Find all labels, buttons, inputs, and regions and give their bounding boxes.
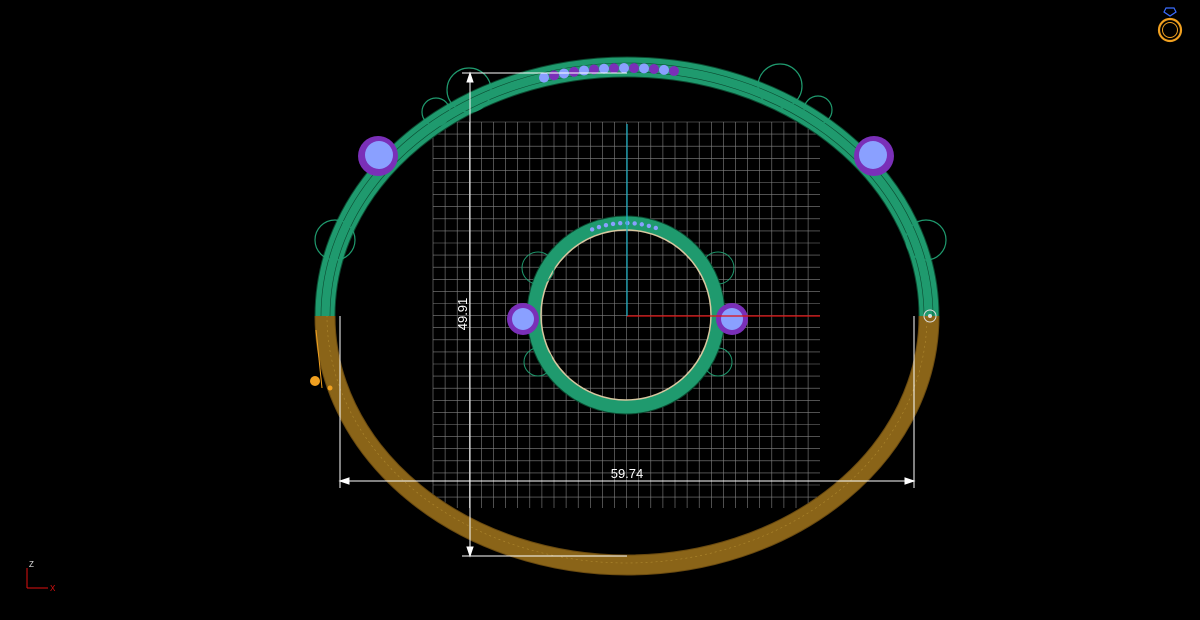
axis-x-label: X — [50, 584, 56, 593]
outer-stone-cluster-right — [854, 136, 894, 176]
axis-z-label: Z — [29, 560, 34, 569]
inner-stone-cluster-left — [507, 303, 539, 335]
inner-stone-cluster-right — [716, 303, 748, 335]
ring-icon[interactable] — [1152, 6, 1188, 46]
cad-viewport[interactable]: 49.91 59.74 Z X — [0, 0, 1200, 615]
width-dimension-label: 59.74 — [611, 466, 644, 481]
axis-triad: Z X — [26, 560, 56, 593]
height-dimension-label: 49.91 — [455, 298, 470, 331]
outer-stone-cluster-left — [358, 136, 398, 176]
